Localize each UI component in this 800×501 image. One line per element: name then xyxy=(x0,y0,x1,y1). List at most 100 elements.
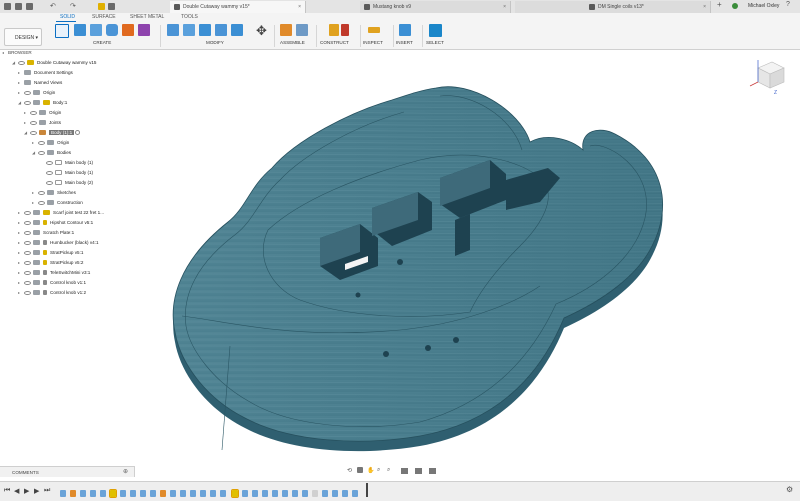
go-to-start-icon[interactable]: ⏮ xyxy=(4,487,10,495)
new-sketch-icon[interactable] xyxy=(55,24,69,38)
tree-item[interactable]: ▸ Named Views xyxy=(2,78,132,88)
timeline-marker[interactable] xyxy=(366,483,368,497)
combine-icon[interactable] xyxy=(231,24,243,36)
tree-item[interactable]: ▸ Control knob v1:2 xyxy=(2,288,132,298)
extrude-icon[interactable] xyxy=(74,24,86,36)
timeline-features[interactable] xyxy=(60,483,370,498)
group-assemble[interactable]: ASSEMBLE xyxy=(280,40,305,45)
comments-panel[interactable]: COMMENTS ⊕ xyxy=(0,466,135,477)
visibility-icon[interactable] xyxy=(38,200,45,205)
add-tab-icon[interactable]: + xyxy=(717,0,722,9)
visibility-icon[interactable] xyxy=(24,90,31,95)
tab-surface[interactable]: SURFACE xyxy=(92,14,116,20)
go-to-end-icon[interactable]: ⏭ xyxy=(44,487,50,495)
tab-document-active[interactable]: Double Cutaway wammy v15* × xyxy=(170,1,306,13)
joint-icon[interactable] xyxy=(296,24,308,36)
timeline-feature[interactable] xyxy=(352,490,358,497)
timeline-feature[interactable] xyxy=(242,490,248,497)
timeline-feature[interactable] xyxy=(262,490,268,497)
fit-icon[interactable]: ⌕ xyxy=(387,467,390,474)
play-icon[interactable]: ▶ xyxy=(24,487,29,495)
close-x-icon[interactable] xyxy=(108,3,115,10)
tree-item[interactable]: ▸ StratPickup v5:1 xyxy=(2,248,132,258)
activate-icon[interactable] xyxy=(75,130,81,136)
visibility-icon[interactable] xyxy=(38,140,45,145)
select-icon[interactable] xyxy=(429,24,442,37)
save-icon[interactable] xyxy=(26,3,33,10)
tree-item[interactable]: ◢ Bodies xyxy=(2,148,132,158)
move-icon[interactable]: ✥ xyxy=(256,23,267,39)
grid-settings-icon[interactable] xyxy=(415,468,422,474)
tree-item[interactable]: ▸ Humbucker (black) v4:1 xyxy=(2,238,132,248)
timeline-feature[interactable] xyxy=(210,490,216,497)
tab-sheet-metal[interactable]: SHEET METAL xyxy=(130,14,164,20)
timeline-feature[interactable] xyxy=(231,489,239,498)
step-forward-icon[interactable]: ▶ xyxy=(34,487,39,495)
group-inspect[interactable]: INSPECT xyxy=(363,40,383,45)
tree-item[interactable]: ▸ Joints xyxy=(2,118,132,128)
timeline-feature[interactable] xyxy=(90,490,96,497)
measure-icon[interactable] xyxy=(368,27,380,33)
timeline-feature[interactable] xyxy=(272,490,278,497)
timeline-feature[interactable] xyxy=(282,490,288,497)
tree-item[interactable]: Main body (2) xyxy=(2,178,132,188)
timeline-feature[interactable] xyxy=(200,490,206,497)
tree-item[interactable]: ◢ Body:1 xyxy=(2,98,132,108)
visibility-icon[interactable] xyxy=(46,160,53,165)
step-back-icon[interactable]: ◀ xyxy=(14,487,19,495)
timeline-feature[interactable] xyxy=(150,490,156,497)
timeline-feature[interactable] xyxy=(190,490,196,497)
look-at-icon[interactable] xyxy=(357,467,363,473)
tree-item[interactable]: Main body (1) xyxy=(2,168,132,178)
insert-image-icon[interactable] xyxy=(399,24,411,36)
warning-icon[interactable] xyxy=(98,3,105,10)
chamfer-icon[interactable] xyxy=(199,24,211,36)
timeline-feature[interactable] xyxy=(70,490,76,497)
viewcube[interactable]: Z xyxy=(748,54,790,96)
add-comment-icon[interactable]: ⊕ xyxy=(123,467,128,478)
tab-document[interactable]: DM Single coils v13* × xyxy=(515,1,711,13)
help-icon[interactable]: ? xyxy=(786,1,790,8)
group-create[interactable]: CREATE xyxy=(93,40,111,45)
visibility-icon[interactable] xyxy=(24,230,31,235)
tree-item[interactable]: ▸ StratPickup v5:2 xyxy=(2,258,132,268)
timeline-feature[interactable] xyxy=(170,490,176,497)
tree-item[interactable]: Main body (1) xyxy=(2,158,132,168)
visibility-icon[interactable] xyxy=(46,170,53,175)
undo-icon[interactable]: ↶ xyxy=(50,2,56,10)
group-insert[interactable]: INSERT xyxy=(396,40,413,45)
tree-item[interactable]: ▸ Scarf joint test 22 fret 1... xyxy=(2,208,132,218)
timeline-feature[interactable] xyxy=(80,490,86,497)
timeline-feature[interactable] xyxy=(302,490,308,497)
timeline-feature[interactable] xyxy=(60,490,66,497)
timeline-feature[interactable] xyxy=(342,490,348,497)
tree-item[interactable]: ▸ Origin xyxy=(2,88,132,98)
redo-icon[interactable]: ↷ xyxy=(70,2,76,10)
gear-icon[interactable]: ⚙ xyxy=(786,485,793,494)
pan-icon[interactable]: ✋ xyxy=(367,467,374,474)
group-construct[interactable]: CONSTRUCT xyxy=(320,40,349,45)
timeline-feature[interactable] xyxy=(252,490,258,497)
timeline-feature[interactable] xyxy=(292,490,298,497)
timeline-feature[interactable] xyxy=(312,490,318,497)
visibility-icon[interactable] xyxy=(30,120,37,125)
viewports-icon[interactable] xyxy=(429,468,436,474)
visibility-icon[interactable] xyxy=(24,240,31,245)
visibility-icon[interactable] xyxy=(24,250,31,255)
close-icon[interactable]: × xyxy=(298,1,301,13)
tree-item[interactable]: ▸ Origin xyxy=(2,108,132,118)
visibility-icon[interactable] xyxy=(30,110,37,115)
visibility-icon[interactable] xyxy=(24,280,31,285)
group-select[interactable]: SELECT xyxy=(426,40,444,45)
tree-root[interactable]: ◢ Double Cutaway wammy v15 xyxy=(2,58,132,68)
tree-item[interactable]: ▸ TeleSwitchMini v3:1 xyxy=(2,268,132,278)
tree-item[interactable]: ▸ Origin xyxy=(2,138,132,148)
hole-icon[interactable] xyxy=(106,24,118,36)
tree-item[interactable]: ▸ Construction xyxy=(2,198,132,208)
offset-plane-icon[interactable] xyxy=(329,24,339,36)
tree-item[interactable]: ▸ Document Settings xyxy=(2,68,132,78)
visibility-icon[interactable] xyxy=(24,270,31,275)
timeline-feature[interactable] xyxy=(140,490,146,497)
visibility-icon[interactable] xyxy=(24,210,31,215)
tree-item[interactable]: ▸ Control knob v1:1 xyxy=(2,278,132,288)
